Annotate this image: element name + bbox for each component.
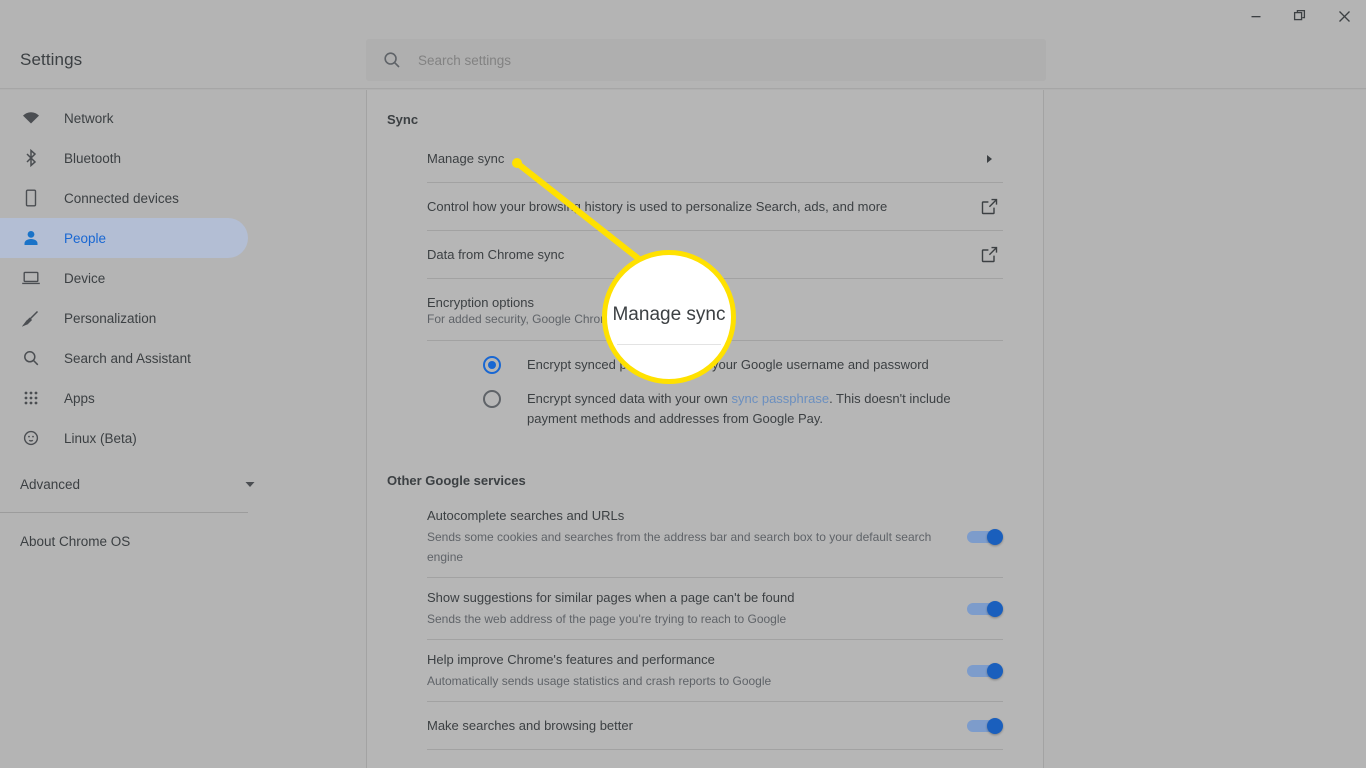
external-link-icon[interactable] (975, 246, 1003, 263)
radio-label: Encrypt synced data with your own sync p… (527, 389, 997, 429)
row-title: Show suggestions for similar pages when … (427, 590, 795, 605)
toggle-switch[interactable] (967, 528, 1003, 545)
magnifier-text: Manage sync (612, 304, 726, 325)
page-title: Settings (20, 50, 83, 69)
brush-icon (20, 307, 42, 329)
sidebar-item-label: People (64, 230, 107, 246)
row-subtitle: Sends some cookies and searches from the… (427, 530, 932, 564)
toggle-knob (987, 717, 1003, 734)
magnifier-callout: Manage sync (602, 250, 736, 384)
radio-option-sync-passphrase[interactable]: Encrypt synced data with your own sync p… (427, 375, 1003, 429)
sidebar-item-device[interactable]: Device (0, 258, 248, 298)
magnifier-row-divider (617, 344, 721, 345)
toggle-switch[interactable] (967, 717, 1003, 734)
row-autocomplete-searches-and-urls[interactable]: Autocomplete searches and URLs Sends som… (427, 496, 1003, 578)
chevron-right-icon[interactable] (975, 153, 1003, 165)
minimize-button[interactable] (1234, 0, 1278, 32)
radio-button[interactable] (483, 356, 501, 374)
settings-content-card: Sync Manage sync Control how your browsi… (366, 90, 1044, 768)
toggle-knob (987, 528, 1003, 545)
bluetooth-icon (20, 147, 42, 169)
person-icon (20, 227, 42, 249)
sidebar-item-label: Connected devices (64, 190, 179, 206)
toggle-knob (987, 662, 1003, 679)
sidebar-advanced-label: Advanced (20, 476, 81, 492)
row-title: Control how your browsing history is use… (427, 198, 888, 214)
sidebar-item-label: Search and Assistant (64, 350, 191, 366)
sidebar-item-label: Apps (64, 390, 95, 406)
sidebar-item-apps[interactable]: Apps (0, 378, 248, 418)
laptop-icon (20, 267, 42, 289)
sidebar-item-people[interactable]: People (0, 218, 248, 258)
radio-label-text-before: Encrypt synced data with your own (527, 391, 732, 406)
sidebar-item-connected-devices[interactable]: Connected devices (0, 178, 248, 218)
row-title: Make searches and browsing better (427, 717, 633, 733)
radio-button[interactable] (483, 390, 501, 408)
toggle-switch[interactable] (967, 662, 1003, 679)
settings-header: Settings (0, 32, 1366, 88)
external-link-icon[interactable] (975, 198, 1003, 215)
sidebar-item-label: Linux (Beta) (64, 430, 137, 446)
sidebar-item-search-and-assistant[interactable]: Search and Assistant (0, 338, 248, 378)
sync-passphrase-link[interactable]: sync passphrase (732, 391, 830, 406)
sidebar-item-linux-beta[interactable]: Linux (Beta) (0, 418, 248, 458)
row-control-browsing-history[interactable]: Control how your browsing history is use… (427, 183, 1003, 231)
wifi-icon (20, 107, 42, 129)
row-title: Autocomplete searches and URLs (427, 508, 625, 523)
apps-grid-icon (20, 387, 42, 409)
section-heading-sync: Sync (387, 112, 419, 127)
row-help-improve-chrome[interactable]: Help improve Chrome's features and perfo… (427, 640, 1003, 702)
sidebar-item-advanced[interactable]: Advanced (0, 464, 285, 504)
sidebar-item-network[interactable]: Network (0, 98, 248, 138)
linux-penguin-icon (20, 427, 42, 449)
restore-button[interactable] (1278, 0, 1322, 32)
close-button[interactable] (1322, 0, 1366, 32)
sidebar-item-label: Network (64, 110, 114, 126)
sidebar-item-personalization[interactable]: Personalization (0, 298, 248, 338)
toggle-knob (987, 600, 1003, 617)
chevron-down-icon (243, 477, 257, 491)
search-box[interactable] (366, 39, 1046, 81)
toggle-switch[interactable] (967, 600, 1003, 617)
row-manage-sync[interactable]: Manage sync (427, 135, 1003, 183)
window-titlebar (0, 0, 1366, 32)
row-title: Help improve Chrome's features and perfo… (427, 652, 715, 667)
row-make-searches-and-browsing-better[interactable]: Make searches and browsing better (427, 702, 1003, 750)
row-subtitle: Automatically sends usage statistics and… (427, 674, 772, 688)
phone-icon (20, 187, 42, 209)
sidebar-item-bluetooth[interactable]: Bluetooth (0, 138, 248, 178)
row-title: Manage sync (427, 150, 505, 166)
search-input[interactable] (418, 52, 1030, 68)
search-icon (20, 347, 42, 369)
radio-label-text: Encrypt synced passwords with your Googl… (527, 357, 929, 372)
settings-window: Settings Network Bluetooth (0, 0, 1366, 768)
sidebar-item-about-chrome-os[interactable]: About Chrome OS (0, 521, 285, 561)
row-show-suggestions-similar-pages[interactable]: Show suggestions for similar pages when … (427, 578, 1003, 640)
radio-label: Encrypt synced passwords with your Googl… (527, 355, 929, 375)
sidebar-divider (0, 512, 248, 513)
search-icon (382, 49, 404, 71)
sidebar-item-label: Bluetooth (64, 150, 122, 166)
sidebar-item-label: Device (64, 270, 106, 286)
row-subtitle: Sends the web address of the page you're… (427, 612, 787, 626)
settings-sidebar: Network Bluetooth Connected devices Peop… (0, 90, 285, 768)
section-heading-other-google-services: Other Google services (387, 473, 526, 488)
sidebar-item-label: Personalization (64, 310, 157, 326)
sidebar-about-label: About Chrome OS (20, 533, 131, 549)
other-google-services-rows: Autocomplete searches and URLs Sends som… (367, 496, 1043, 750)
